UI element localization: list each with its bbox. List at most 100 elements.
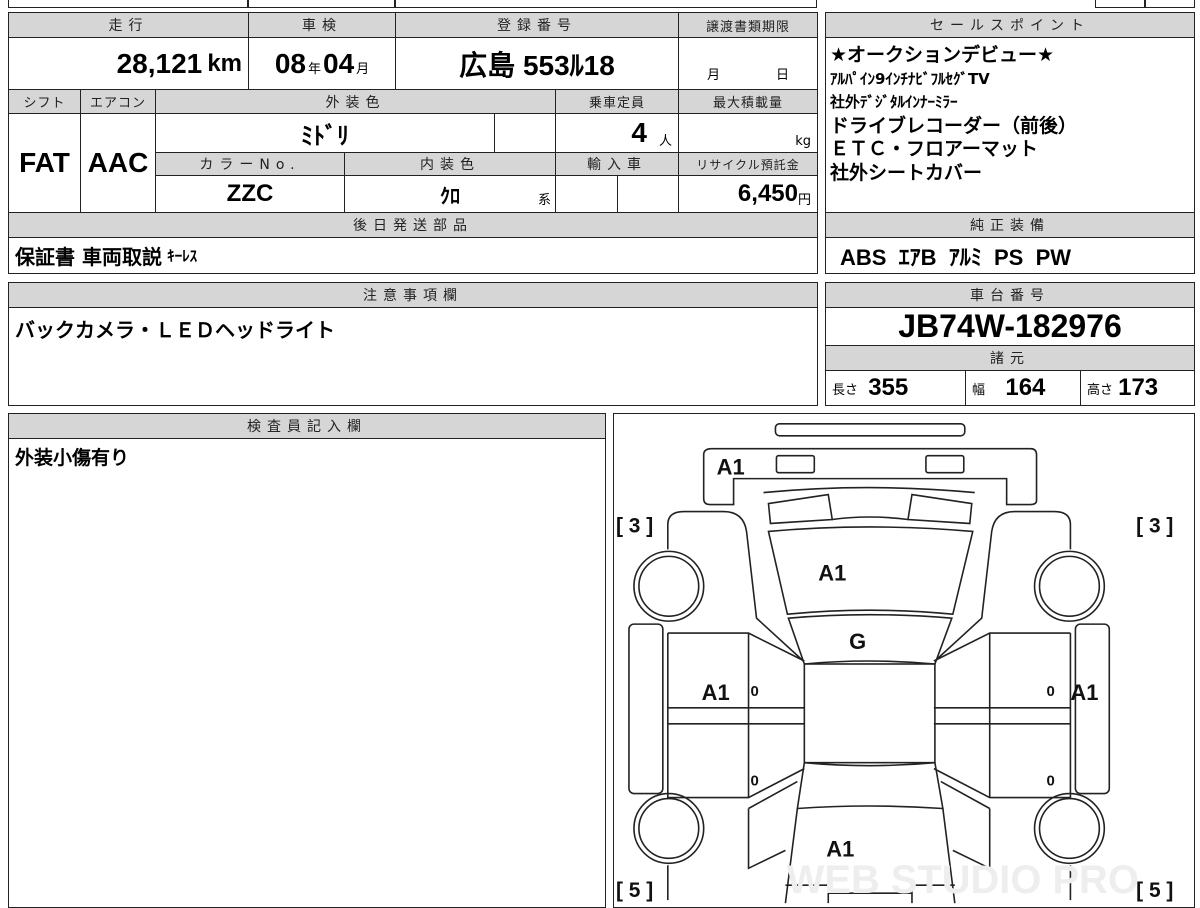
mark-left-door-front: 0 [751, 683, 759, 700]
sales-line: ★オークションデビュー★ [830, 44, 1055, 66]
car-diagram: WEB STUDIO PRO A1 A1 G A1 A1 A1 0 0 0 0 … [616, 423, 1173, 904]
trunk-edge [763, 486, 975, 494]
tyre-front-right: [ 3 ] [1136, 514, 1173, 537]
transfer-header: 譲渡書類期限 [678, 12, 818, 38]
exterior-header: 外装色 [155, 89, 556, 114]
inspection-value: 08 年 04 月 [248, 37, 396, 90]
import-value-2 [617, 175, 679, 213]
capacity-unit: 人 [658, 134, 672, 149]
inspection-year: 08 [274, 47, 306, 79]
bumper-slot [925, 454, 965, 474]
notes-header: 注意事項欄 [8, 282, 818, 308]
color-no-value: ZZC [155, 175, 345, 213]
later-parts-value: 保証書 車両取説 ｷｰﾚｽ [8, 237, 818, 274]
notes-text: バックカメラ・ＬＥＤヘッドライト [15, 318, 335, 342]
color-no-header: カラーNo. [155, 152, 345, 176]
inspection-header: 車検 [248, 12, 396, 38]
height-value: 173 [1118, 374, 1159, 401]
transfer-month: 月 [706, 68, 720, 83]
windshield-panel [796, 761, 944, 810]
mark-right-door: A1 [1070, 680, 1098, 705]
month-unit: 月 [356, 62, 370, 77]
sales-line: 社外シートカバー [830, 161, 983, 184]
ac-header: エアコン [80, 89, 156, 114]
exterior-extra [494, 113, 556, 153]
load-value: kg [678, 113, 818, 153]
top-cut-cell [1095, 0, 1145, 8]
mileage-unit: km [207, 49, 242, 77]
interior-suffix: 系 [537, 193, 551, 208]
condition-diagram: WEB STUDIO PRO A1 A1 G A1 A1 A1 0 0 0 0 … [613, 413, 1195, 908]
sales-line: ＥＴＣ・フロアーマット [830, 138, 1038, 160]
exterior-value: ﾐﾄﾞﾘ [155, 113, 495, 153]
inspector-value: 外装小傷有り [8, 438, 606, 908]
tyre-rear-right: [ 5 ] [1136, 879, 1173, 902]
top-cut-cell [248, 0, 395, 8]
length-label: 長さ [832, 382, 859, 398]
specs-header: 諸元 [825, 345, 1195, 371]
sales-header: セールスポイント [825, 12, 1195, 38]
later-parts-header: 後日発送部品 [8, 212, 818, 238]
inspection-month: 04 [323, 47, 355, 79]
inspector-header: 検査員記入欄 [8, 413, 606, 439]
transfer-value: 月日 [678, 37, 818, 90]
mark-right-door-rear: 0 [1047, 773, 1055, 790]
top-cut-cell [395, 0, 817, 8]
car-half-left [628, 423, 1038, 904]
chassis-number: JB74W-182976 [898, 308, 1122, 344]
mileage-value: 28,121 km [8, 37, 249, 90]
lamp-left [767, 493, 834, 525]
shift-value: FAT [8, 113, 81, 213]
equipment-value: ABS ｴｱB ｱﾙﾐ PS PW [825, 237, 1195, 274]
mark-rear-bumper: A1 [717, 455, 745, 480]
spec-width: 幅 164 [965, 370, 1081, 406]
watermark: WEB STUDIO PRO [787, 858, 1139, 902]
top-cut-cell [1145, 0, 1195, 8]
tyre-rear-left: [ 5 ] [616, 879, 653, 902]
rear-bumper [702, 447, 1038, 506]
import-value [555, 175, 618, 213]
cabin-panel [803, 663, 936, 764]
tyre [638, 797, 700, 860]
equipment-text: ABS ｴｱB ｱﾙﾐ PS PW [840, 244, 1072, 270]
mark-hood: A1 [826, 836, 854, 861]
year-unit: 年 [307, 62, 321, 77]
width-value: 164 [1005, 374, 1046, 401]
lamp-right [907, 493, 973, 525]
color-no-text: ZZC [226, 180, 274, 207]
tyre [638, 555, 700, 617]
mark-rear-glass: A1 [818, 560, 846, 585]
mark-left-door: A1 [702, 680, 730, 705]
inspector-text: 外装小傷有り [15, 447, 130, 469]
capacity-number: 4 [631, 117, 647, 148]
mark-right-door-front: 0 [1047, 683, 1055, 700]
transfer-day: 日 [775, 68, 789, 83]
exterior-text: ﾐﾄﾞﾘ [301, 122, 349, 150]
interior-text: ｸﾛ [440, 185, 460, 208]
load-header: 最大積載量 [678, 89, 818, 114]
side-skirt [628, 623, 664, 795]
plate-value: 広島 553ﾙ18 [395, 37, 679, 90]
chassis-value: JB74W-182976 [825, 307, 1195, 346]
trunk-lid [832, 516, 909, 521]
plate-header: 登録番号 [395, 12, 679, 38]
spec-height: 高さ 173 [1080, 370, 1195, 406]
bumper-slot [775, 454, 816, 474]
plate-number: 広島 553ﾙ18 [459, 49, 615, 81]
mark-left-door-rear: 0 [751, 773, 759, 790]
sales-line: 社外ﾃﾞｼﾞﾀﾙｲﾝﾅｰﾐﾗｰ [830, 93, 958, 111]
door-panel [667, 632, 805, 799]
rear-fender [667, 510, 804, 662]
capacity-value: 4人 [555, 113, 679, 153]
rear-glass-panel [767, 526, 974, 616]
later-parts-small: ｷｰﾚｽ [167, 247, 198, 265]
mileage-header: 走行 [8, 12, 249, 38]
recycle-header: リサイクル預託金 [678, 152, 818, 176]
chassis-header: 車台番号 [825, 282, 1195, 308]
mileage-number: 28,121 [116, 47, 203, 79]
sales-line: ドライブレコーダー（前後） [830, 114, 1078, 137]
length-value: 355 [868, 374, 909, 401]
width-label: 幅 [972, 382, 986, 398]
height-label: 高さ [1087, 382, 1114, 398]
capacity-header: 乗車定員 [555, 89, 679, 114]
